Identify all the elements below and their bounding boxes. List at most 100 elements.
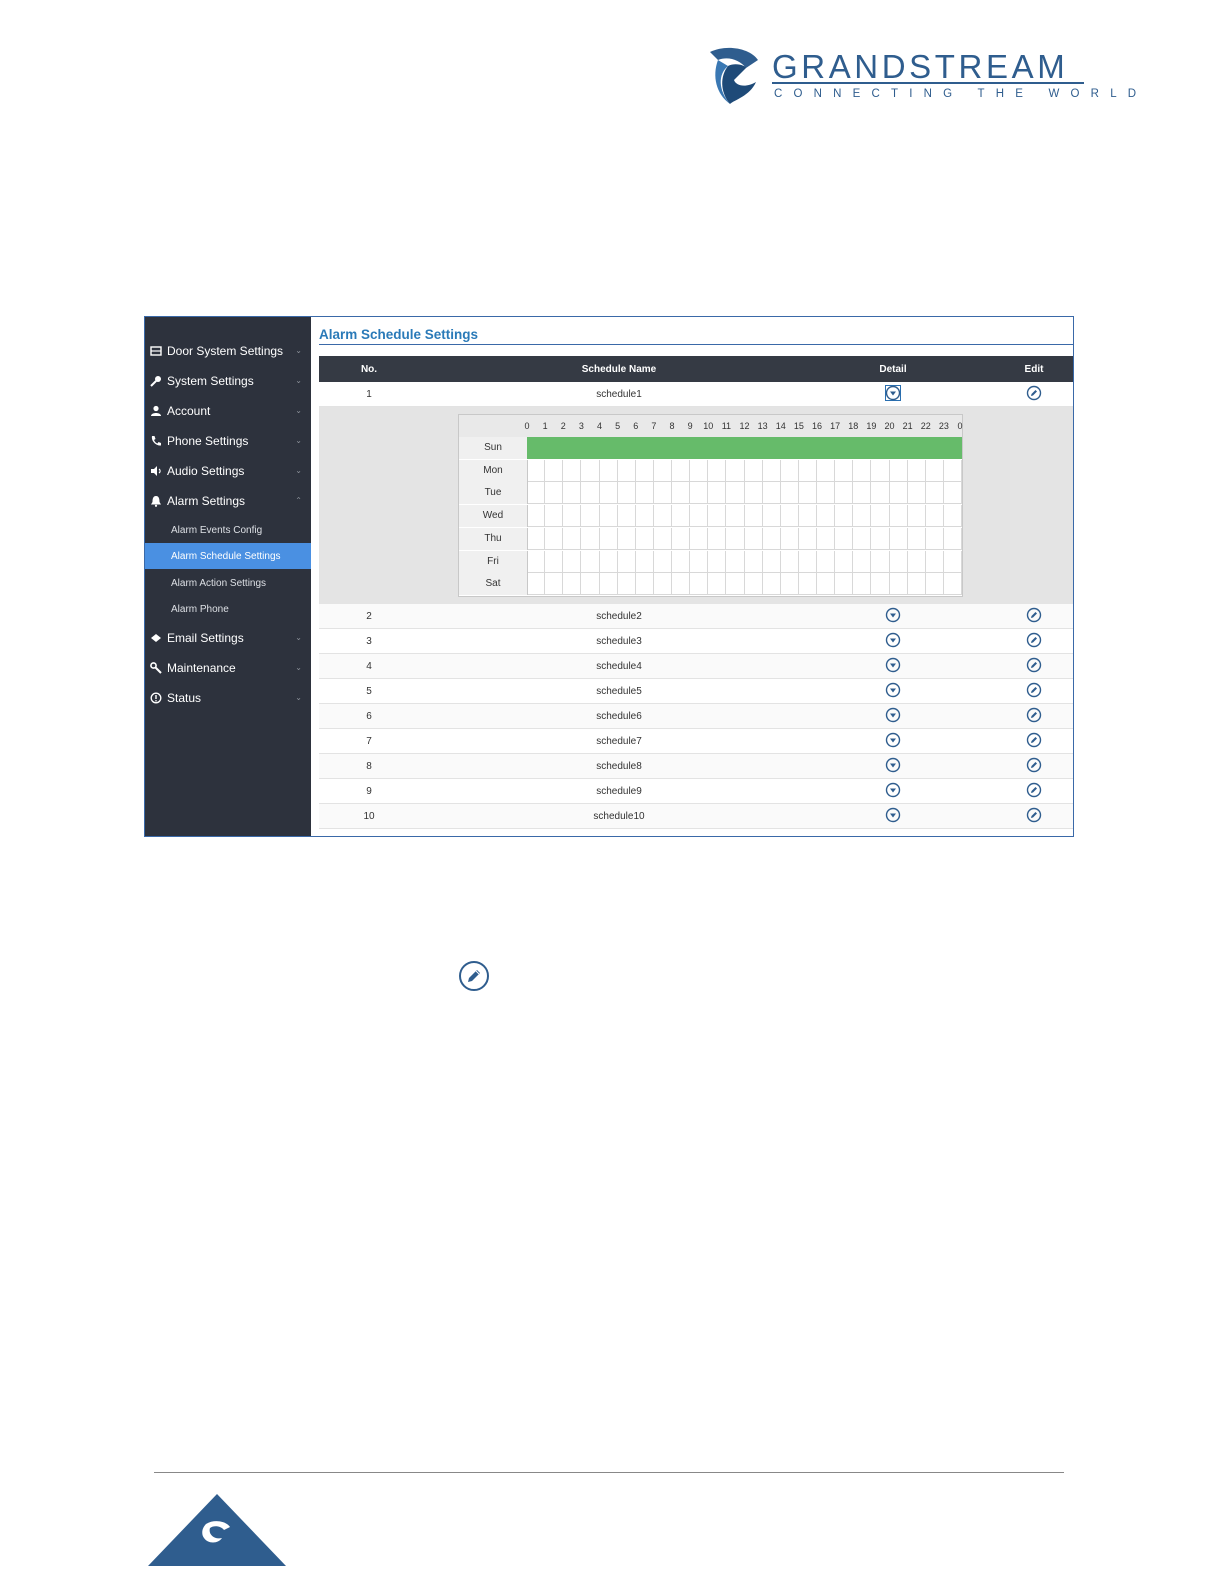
time-slot[interactable]: [835, 459, 854, 482]
time-slot[interactable]: [654, 505, 672, 528]
time-slot[interactable]: [600, 527, 618, 550]
time-slot[interactable]: [762, 437, 781, 459]
sidebar-subitem-alarm-phone[interactable]: Alarm Phone: [145, 596, 311, 622]
time-slot[interactable]: [781, 505, 799, 528]
detail-button[interactable]: [881, 385, 905, 401]
time-slot[interactable]: [617, 437, 636, 459]
time-slot[interactable]: [527, 482, 546, 505]
time-slot[interactable]: [908, 505, 926, 528]
time-slot[interactable]: [890, 550, 908, 573]
time-slot[interactable]: [871, 437, 890, 459]
sidebar-item-phone-settings[interactable]: Phone Settings ⌄: [145, 428, 311, 454]
time-slot[interactable]: [563, 505, 582, 528]
time-slot[interactable]: [744, 437, 763, 459]
time-slot[interactable]: [636, 550, 654, 573]
time-slot[interactable]: [799, 527, 817, 550]
time-slot[interactable]: [745, 505, 763, 528]
time-slot[interactable]: [926, 505, 944, 528]
time-slot[interactable]: [636, 527, 654, 550]
time-slot[interactable]: [907, 437, 926, 459]
time-slot[interactable]: [908, 573, 926, 596]
sidebar-item-email-settings[interactable]: Email Settings ⌄: [145, 625, 311, 651]
time-slot[interactable]: [853, 505, 872, 528]
time-slot[interactable]: [871, 505, 890, 528]
time-slot[interactable]: [890, 527, 908, 550]
time-slot[interactable]: [908, 550, 926, 573]
time-slot[interactable]: [726, 527, 745, 550]
time-slot[interactable]: [545, 437, 564, 459]
time-slot[interactable]: [745, 527, 763, 550]
time-slot[interactable]: [745, 573, 763, 596]
time-slot[interactable]: [690, 573, 709, 596]
time-slot[interactable]: [726, 459, 745, 482]
time-slot[interactable]: [799, 573, 817, 596]
detail-button[interactable]: [881, 632, 905, 648]
time-slot[interactable]: [943, 437, 962, 459]
time-slot[interactable]: [799, 505, 817, 528]
sidebar-item-status[interactable]: Status ⌄: [145, 685, 311, 711]
time-slot[interactable]: [890, 505, 908, 528]
time-slot[interactable]: [618, 459, 636, 482]
time-slot[interactable]: [926, 459, 944, 482]
time-slot[interactable]: [817, 459, 836, 482]
time-slot[interactable]: [690, 505, 709, 528]
time-slot[interactable]: [635, 437, 654, 459]
time-slot[interactable]: [527, 505, 546, 528]
time-slot[interactable]: [600, 459, 618, 482]
time-slot[interactable]: [563, 482, 582, 505]
edit-button[interactable]: [1022, 607, 1046, 623]
time-slot[interactable]: [908, 527, 926, 550]
time-slot[interactable]: [618, 550, 636, 573]
time-slot[interactable]: [763, 459, 781, 482]
time-slot[interactable]: [781, 459, 799, 482]
time-slot[interactable]: [527, 527, 546, 550]
sidebar-item-account[interactable]: Account ⌄: [145, 398, 311, 424]
time-slot[interactable]: [672, 482, 691, 505]
time-slot[interactable]: [600, 550, 618, 573]
edit-button[interactable]: [1022, 707, 1046, 723]
time-slot[interactable]: [563, 573, 582, 596]
time-slot[interactable]: [817, 505, 836, 528]
time-slot[interactable]: [672, 573, 691, 596]
time-slot[interactable]: [835, 437, 854, 459]
detail-button[interactable]: [881, 807, 905, 823]
time-slot[interactable]: [926, 482, 944, 505]
time-slot[interactable]: [889, 437, 908, 459]
time-slot[interactable]: [781, 550, 799, 573]
detail-button[interactable]: [881, 732, 905, 748]
time-slot[interactable]: [563, 459, 582, 482]
time-slot[interactable]: [799, 459, 817, 482]
time-slot[interactable]: [763, 505, 781, 528]
time-slot[interactable]: [563, 527, 582, 550]
time-slot[interactable]: [618, 573, 636, 596]
time-slot[interactable]: [817, 527, 836, 550]
time-slot[interactable]: [763, 573, 781, 596]
sidebar-item-system-settings[interactable]: System Settings ⌄: [145, 368, 311, 394]
time-slot[interactable]: [817, 482, 836, 505]
time-slot[interactable]: [944, 527, 962, 550]
time-slot[interactable]: [581, 527, 600, 550]
time-slot[interactable]: [545, 482, 564, 505]
time-slot[interactable]: [581, 505, 600, 528]
time-slot[interactable]: [925, 437, 944, 459]
time-slot[interactable]: [600, 573, 618, 596]
detail-button[interactable]: [881, 682, 905, 698]
edit-button[interactable]: [1022, 657, 1046, 673]
time-slot[interactable]: [618, 527, 636, 550]
time-slot[interactable]: [672, 459, 691, 482]
edit-button[interactable]: [1022, 632, 1046, 648]
edit-button[interactable]: [1022, 807, 1046, 823]
time-slot[interactable]: [890, 459, 908, 482]
edit-button[interactable]: [1022, 732, 1046, 748]
time-slot[interactable]: [708, 459, 727, 482]
time-slot[interactable]: [545, 527, 564, 550]
sidebar-item-maintenance[interactable]: Maintenance ⌄: [145, 655, 311, 681]
time-slot[interactable]: [654, 482, 672, 505]
time-slot[interactable]: [908, 482, 926, 505]
time-slot[interactable]: [745, 550, 763, 573]
time-slot[interactable]: [799, 550, 817, 573]
time-slot[interactable]: [926, 527, 944, 550]
time-slot[interactable]: [672, 527, 691, 550]
time-slot[interactable]: [726, 573, 745, 596]
time-slot[interactable]: [871, 550, 890, 573]
